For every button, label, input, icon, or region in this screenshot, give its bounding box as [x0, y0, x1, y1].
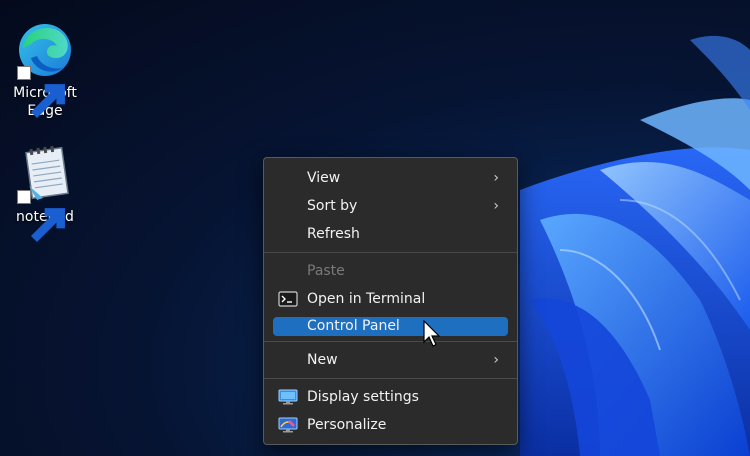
notepad-icon: [13, 142, 77, 243]
menu-item-sort-by[interactable]: Sort by ›: [270, 192, 511, 220]
menu-item-new[interactable]: New ›: [270, 346, 511, 374]
menu-item-label: Personalize: [307, 417, 387, 433]
desktop-icon-edge[interactable]: Microsoft Edge: [7, 18, 83, 120]
personalize-icon: [278, 417, 298, 433]
shortcut-arrow-icon: [17, 66, 65, 119]
menu-item-label: Control Panel: [307, 318, 400, 334]
chevron-right-icon: ›: [493, 170, 499, 186]
display-settings-icon: [278, 389, 298, 405]
menu-item-open-in-terminal[interactable]: Open in Terminal: [270, 285, 511, 313]
menu-item-label: Display settings: [307, 389, 419, 405]
mouse-pointer-icon: [423, 320, 441, 348]
menu-item-label: Refresh: [307, 226, 360, 242]
menu-item-refresh[interactable]: Refresh: [270, 220, 511, 248]
menu-item-label: Paste: [307, 263, 345, 279]
chevron-right-icon: ›: [493, 352, 499, 368]
menu-separator: [264, 341, 517, 342]
menu-item-label: Open in Terminal: [307, 291, 426, 307]
menu-item-control-panel[interactable]: Control Panel: [273, 317, 508, 336]
menu-item-label: View: [307, 170, 341, 186]
desktop[interactable]: Microsoft Edge notepad View › Sort by › …: [0, 0, 750, 456]
menu-separator: [264, 378, 517, 379]
desktop-context-menu: View › Sort by › Refresh Paste Open in T…: [263, 157, 518, 445]
menu-item-view[interactable]: View ›: [270, 164, 511, 192]
menu-item-personalize[interactable]: Personalize: [270, 411, 511, 439]
edge-icon: [13, 18, 77, 119]
menu-separator: [264, 252, 517, 253]
terminal-icon: [278, 291, 298, 307]
menu-item-label: Sort by: [307, 198, 358, 214]
desktop-icon-notepad[interactable]: notepad: [7, 142, 83, 243]
menu-item-label: New: [307, 352, 338, 368]
shortcut-arrow-icon: [17, 190, 65, 243]
chevron-right-icon: ›: [493, 198, 499, 214]
menu-item-paste: Paste: [270, 257, 511, 285]
menu-item-display-settings[interactable]: Display settings: [270, 383, 511, 411]
